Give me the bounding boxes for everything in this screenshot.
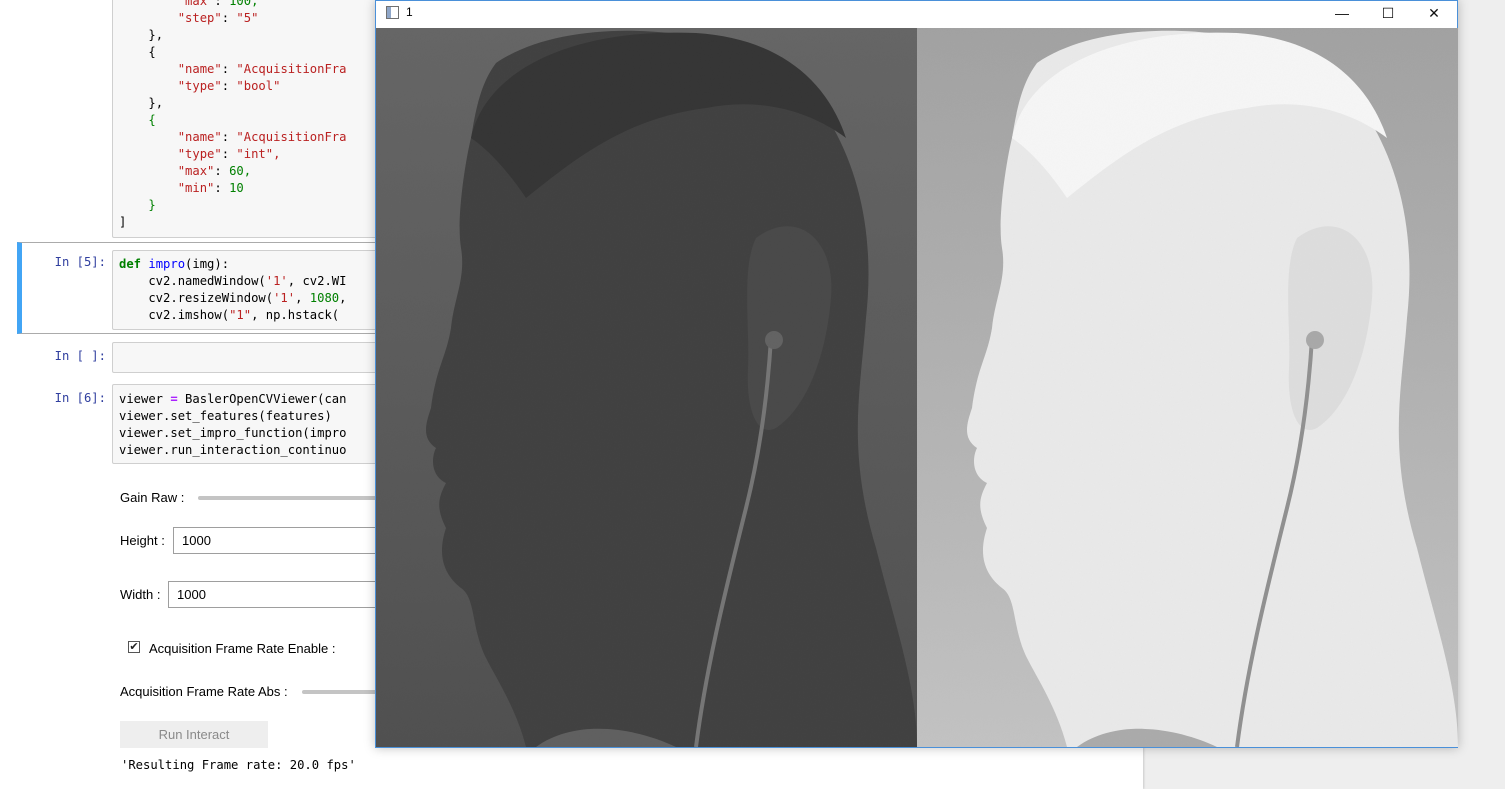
json-code-line: "max": 100,: [177, 0, 259, 8]
height-label: Height :: [120, 533, 165, 548]
json-code-line: "step": "5": [177, 11, 259, 25]
minimize-button[interactable]: —: [1319, 1, 1365, 28]
prompt-empty: In [ ]:: [54, 349, 106, 363]
profile-portrait-dark: [376, 28, 917, 747]
checkmark-icon: ✔: [129, 641, 139, 653]
empty-code-cell[interactable]: [112, 342, 384, 373]
gain-raw-slider[interactable]: [198, 496, 378, 500]
json-code-line: {: [148, 45, 156, 59]
json-code-line: },: [148, 96, 164, 110]
camera-image-inverted: [917, 28, 1458, 747]
frame-rate-abs-slider[interactable]: [302, 690, 382, 694]
json-code-line: "name": "AcquisitionFra: [177, 130, 347, 144]
width-label: Width :: [120, 587, 161, 602]
features-json-cell[interactable]: "max": 100, "step": "5" }, { "name": "Ac…: [112, 0, 384, 238]
json-code-line: "type": "bool": [177, 79, 281, 93]
code-line: viewer.set_features(features): [119, 409, 332, 423]
frame-rate-abs-label: Acquisition Frame Rate Abs :: [120, 684, 288, 699]
height-input[interactable]: 1000: [173, 527, 383, 554]
code-line: cv2.resizeWindow('1', 1080,: [119, 291, 347, 305]
window-title: 1: [406, 5, 413, 19]
close-icon: ✕: [1428, 5, 1440, 21]
gain-raw-label: Gain Raw :: [120, 490, 185, 505]
json-code-line: ]: [119, 215, 127, 229]
maximize-button[interactable]: ☐: [1365, 1, 1411, 28]
window-titlebar[interactable]: 1 — ☐ ✕: [376, 1, 1457, 28]
width-input[interactable]: 1000: [168, 581, 383, 608]
json-code-line: "max": 60,: [177, 164, 252, 178]
opencv-image-window[interactable]: 1 — ☐ ✕: [375, 0, 1458, 748]
minimize-icon: —: [1335, 5, 1349, 21]
code-line: viewer.set_impro_function(impro: [119, 426, 347, 440]
code-line: cv2.imshow("1", np.hstack(: [119, 308, 340, 322]
code-line: def impro(img):: [119, 257, 230, 271]
profile-portrait-inverted: [917, 28, 1458, 747]
json-code-line: {: [148, 113, 156, 127]
maximize-icon: ☐: [1381, 5, 1395, 21]
prompt-in5: In [5]:: [54, 255, 106, 269]
cell-output: 'Resulting Frame rate: 20.0 fps': [121, 758, 356, 772]
code-cell-in6[interactable]: viewer = BaslerOpenCVViewer(can viewer.s…: [112, 384, 384, 464]
json-code-line: "type": "int",: [177, 147, 281, 161]
close-button[interactable]: ✕: [1411, 1, 1457, 28]
json-code-line: },: [148, 28, 164, 42]
code-line: viewer = BaslerOpenCVViewer(can: [119, 392, 347, 406]
run-interact-button[interactable]: Run Interact: [120, 721, 268, 748]
frame-rate-enable-checkbox[interactable]: ✔: [128, 641, 140, 653]
prompt-in6: In [6]:: [54, 391, 106, 405]
json-code-line: }: [148, 198, 156, 212]
json-code-line: "min": 10: [177, 181, 244, 195]
window-app-icon: [386, 6, 399, 19]
frame-rate-enable-label: Acquisition Frame Rate Enable :: [149, 641, 336, 656]
json-code-line: "name": "AcquisitionFra: [177, 62, 347, 76]
code-line: cv2.namedWindow('1', cv2.WI: [119, 274, 347, 288]
camera-image-original: [376, 28, 917, 747]
code-line: viewer.run_interaction_continuo: [119, 443, 347, 457]
code-cell-in5[interactable]: def impro(img): cv2.namedWindow('1', cv2…: [112, 250, 384, 330]
